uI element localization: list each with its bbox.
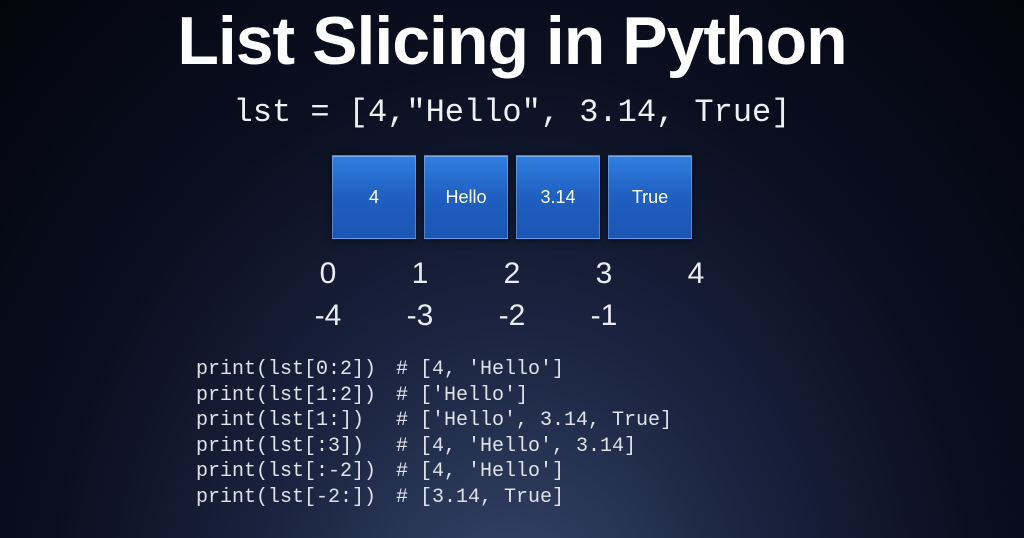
negative-index-row: -4 -3 -2 -1 xyxy=(282,299,742,333)
index-label: -4 xyxy=(282,299,374,333)
index-label: 4 xyxy=(650,257,742,291)
list-box: 3.14 xyxy=(516,155,600,239)
slice-result: # [3.14, True] xyxy=(396,485,564,511)
slice-call: print(lst[1:]) xyxy=(196,408,396,434)
list-box: 4 xyxy=(332,155,416,239)
index-label: -3 xyxy=(374,299,466,333)
index-label: -2 xyxy=(466,299,558,333)
index-label xyxy=(650,299,742,333)
list-box: Hello xyxy=(424,155,508,239)
list-boxes-row: 4 Hello 3.14 True xyxy=(0,155,1024,239)
slice-example-row: print(lst[1:]) # ['Hello', 3.14, True] xyxy=(196,408,672,434)
index-label: 2 xyxy=(466,257,558,291)
slice-call: print(lst[:3]) xyxy=(196,434,396,460)
slice-call: print(lst[1:2]) xyxy=(196,383,396,409)
slice-call: print(lst[-2:]) xyxy=(196,485,396,511)
slice-result: # [4, 'Hello', 3.14] xyxy=(396,434,636,460)
list-declaration: lst = [4,"Hello", 3.14, True] xyxy=(0,94,1024,131)
index-label: -1 xyxy=(558,299,650,333)
slice-result: # [4, 'Hello'] xyxy=(396,357,564,383)
list-box: True xyxy=(608,155,692,239)
slice-call: print(lst[0:2]) xyxy=(196,357,396,383)
index-annotations: 0 1 2 3 4 -4 -3 -2 -1 xyxy=(0,257,1024,333)
index-label: 1 xyxy=(374,257,466,291)
slice-example-row: print(lst[-2:]) # [3.14, True] xyxy=(196,485,564,511)
slice-example-row: print(lst[1:2]) # ['Hello'] xyxy=(196,383,528,409)
slice-example-row: print(lst[0:2]) # [4, 'Hello'] xyxy=(196,357,564,383)
slice-examples: print(lst[0:2]) # [4, 'Hello'] print(lst… xyxy=(0,357,1024,511)
slice-example-row: print(lst[:3]) # [4, 'Hello', 3.14] xyxy=(196,434,636,460)
slice-result: # ['Hello'] xyxy=(396,383,528,409)
index-label: 0 xyxy=(282,257,374,291)
slice-example-row: print(lst[:-2]) # [4, 'Hello'] xyxy=(196,459,564,485)
slide-title: List Slicing in Python xyxy=(0,0,1024,80)
index-label: 3 xyxy=(558,257,650,291)
slice-result: # ['Hello', 3.14, True] xyxy=(396,408,672,434)
slice-call: print(lst[:-2]) xyxy=(196,459,396,485)
slice-result: # [4, 'Hello'] xyxy=(396,459,564,485)
positive-index-row: 0 1 2 3 4 xyxy=(282,257,742,291)
